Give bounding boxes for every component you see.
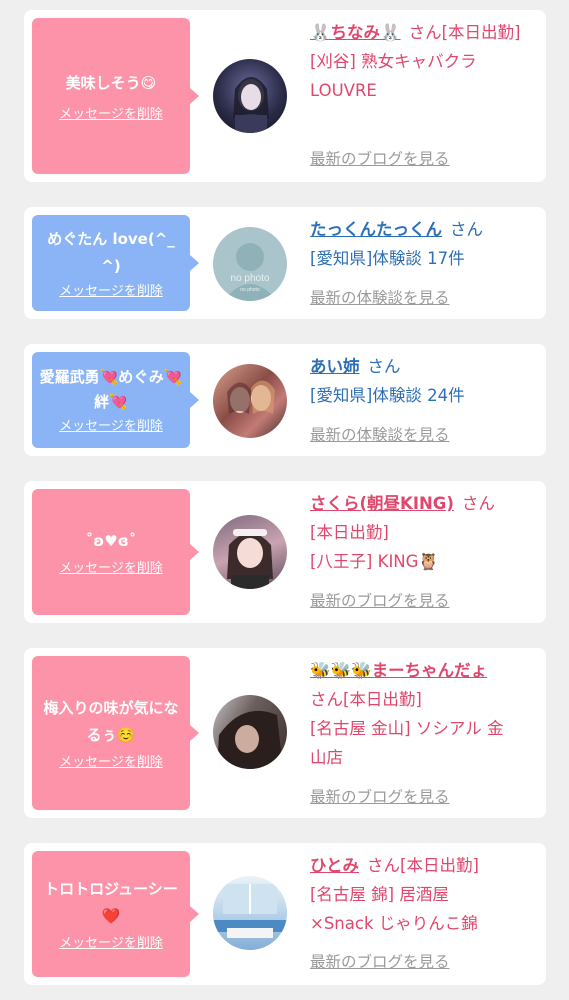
message-card: ˚ʚ♥ɞ˚ メッセージを削除 さくら(朝昼KING) さん [本日出勤] [八王子… — [24, 481, 546, 623]
shop-name: ×Snack じゃりんこ錦 — [310, 914, 478, 933]
avatar-image — [227, 529, 273, 589]
message-list: 美味しそう😋 メッセージを削除 🐰ちなみ🐰 さん[本日出勤] [刈谷] 熟女キャバ… — [0, 0, 569, 1000]
latest-blog-link[interactable]: 最新のブログを見る — [310, 589, 450, 611]
san-suffix: さん — [367, 856, 401, 875]
user-info: たっくんたっくん さん [愛知県]体験談 17件 — [310, 215, 540, 273]
avatar[interactable] — [213, 876, 287, 950]
message-bubble: めぐたん love(^_^) メッセージを削除 — [32, 215, 199, 311]
san-suffix: さん — [367, 357, 401, 376]
shop-area: [刈谷] 熟女キャバクラ — [310, 52, 477, 71]
work-status: [本日出勤] — [400, 856, 479, 875]
avatar[interactable] — [213, 515, 287, 589]
shop-area: [名古屋 金山] ソシアル 金 — [310, 719, 504, 738]
san-suffix: さん — [408, 23, 442, 42]
delete-message-link[interactable]: メッセージを削除 — [59, 284, 163, 300]
shop-name: LOUVRE — [310, 81, 377, 100]
user-name-link[interactable]: 🐝🐝🐝まーちゃんだょ — [310, 661, 487, 680]
san-suffix: さん — [461, 494, 495, 513]
avatar[interactable]: no photo no photo — [213, 227, 287, 301]
message-bubble: 美味しそう😋 メッセージを削除 — [32, 18, 199, 174]
user-info: 🐝🐝🐝まーちゃんだょ さん[本日出勤] [名古屋 金山] ソシアル 金 山店 — [310, 656, 540, 772]
avatar-image: no photo no photo — [223, 243, 277, 301]
user-info: さくら(朝昼KING) さん [本日出勤] [八王子] KING🦉 — [310, 489, 540, 576]
user-name-link[interactable]: ひとみ — [310, 856, 359, 875]
user-name-link[interactable]: さくら(朝昼KING) — [310, 494, 454, 513]
message-bubble: トロトロジューシー❤️ メッセージを削除 — [32, 851, 199, 977]
message-text: ˚ʚ♥ɞ˚ — [85, 531, 137, 550]
work-status: [本日出勤] — [310, 523, 389, 542]
avatar-placeholder-subtext: no photo — [240, 287, 260, 293]
message-text: 美味しそう😋 — [65, 73, 157, 92]
avatar[interactable] — [213, 364, 287, 438]
san-suffix: さん — [450, 220, 483, 239]
shop-area: [八王子] KING🦉 — [310, 552, 439, 571]
avatar-image — [227, 380, 275, 414]
delete-message-link[interactable]: メッセージを削除 — [59, 936, 163, 952]
avatar-placeholder-text: no photo — [231, 273, 270, 284]
message-card: 愛羅武勇💘めぐみ💘絆💘 メッセージを削除 あい姉 さん [愛知県]体験談 24件 … — [24, 344, 546, 456]
delete-message-link[interactable]: メッセージを削除 — [59, 107, 163, 123]
user-info: ひとみ さん[本日出勤] [名古屋 錦] 居酒屋 ×Snack じゃりんこ錦 — [310, 851, 540, 938]
message-text: トロトロジューシー❤️ — [44, 880, 178, 925]
message-bubble: ˚ʚ♥ɞ˚ メッセージを削除 — [32, 489, 199, 615]
message-text: めぐたん love(^_^) — [47, 230, 175, 275]
delete-message-link[interactable]: メッセージを削除 — [59, 755, 163, 771]
user-info: 🐰ちなみ🐰 さん[本日出勤] [刈谷] 熟女キャバクラ LOUVRE — [310, 18, 540, 105]
user-name-link[interactable]: たっくんたっくん — [310, 220, 442, 239]
shop-area: [名古屋 錦] 居酒屋 — [310, 885, 449, 904]
message-text: 愛羅武勇💘めぐみ💘絆💘 — [39, 368, 183, 411]
user-name-link[interactable]: 🐰ちなみ🐰 — [310, 23, 401, 42]
review-count: [愛知県]体験談 17件 — [310, 249, 465, 268]
latest-blog-link[interactable]: 最新のブログを見る — [310, 950, 450, 972]
shop-name: 山店 — [310, 748, 343, 767]
work-status: [本日出勤] — [441, 23, 521, 42]
message-text: 梅入りの味が気になるぅ☺️ — [43, 699, 179, 744]
avatar-image — [233, 77, 269, 133]
latest-blog-link[interactable]: 最新のブログを見る — [310, 147, 450, 169]
message-card: 美味しそう😋 メッセージを削除 🐰ちなみ🐰 さん[本日出勤] [刈谷] 熟女キャバ… — [24, 10, 546, 182]
delete-message-link[interactable]: メッセージを削除 — [59, 561, 163, 577]
user-name-link[interactable]: あい姉 — [310, 357, 360, 376]
delete-message-link[interactable]: メッセージを削除 — [59, 419, 163, 435]
message-bubble: 梅入りの味が気になるぅ☺️ メッセージを削除 — [32, 656, 199, 810]
avatar-image — [213, 876, 287, 950]
avatar-image — [217, 710, 283, 769]
avatar[interactable] — [213, 59, 287, 133]
review-count: [愛知県]体験談 24件 — [310, 386, 465, 405]
latest-review-link[interactable]: 最新の体験談を見る — [310, 423, 450, 445]
latest-blog-link[interactable]: 最新のブログを見る — [310, 785, 450, 807]
user-info: あい姉 さん [愛知県]体験談 24件 — [310, 352, 540, 410]
message-card: トロトロジューシー❤️ メッセージを削除 ひとみ さん[本日出勤] [名古屋 錦]… — [24, 843, 546, 985]
latest-review-link[interactable]: 最新の体験談を見る — [310, 286, 450, 308]
message-card: 梅入りの味が気になるぅ☺️ メッセージを削除 🐝🐝🐝まーちゃんだょ さん[本日出… — [24, 648, 546, 818]
avatar[interactable] — [213, 695, 287, 769]
work-status: さん[本日出勤] — [310, 690, 422, 709]
message-card: めぐたん love(^_^) メッセージを削除 no photo no phot… — [24, 207, 546, 319]
message-bubble: 愛羅武勇💘めぐみ💘絆💘 メッセージを削除 — [32, 352, 199, 448]
